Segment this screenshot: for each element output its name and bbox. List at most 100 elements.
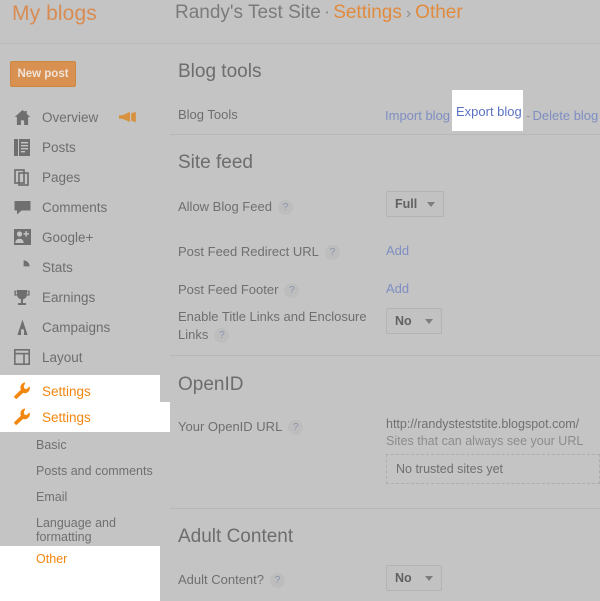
posts-icon	[12, 137, 32, 157]
layout-icon	[12, 347, 32, 367]
pages-icon	[12, 167, 32, 187]
post-feed-redirect-url-add-link[interactable]: Add	[386, 243, 409, 258]
sidebar-item-google-plus[interactable]: Google+	[0, 222, 170, 252]
delete-blog-link[interactable]: Delete blog	[533, 108, 599, 123]
sidebar-item-label: Google+	[42, 230, 93, 245]
trusted-sites-box[interactable]: No trusted sites yet	[386, 454, 600, 484]
row-enable-title-links: Enable Title Links and Enclosure Links?	[178, 308, 373, 344]
sidebar-item-label: Layout	[42, 350, 83, 365]
row-label: Post Feed Footer	[178, 282, 278, 297]
sidebar-item-label: Settings	[42, 410, 91, 425]
section-title-blog-tools: Blog tools	[178, 61, 261, 83]
row-label: Enable Title Links and Enclosure Links	[178, 309, 367, 342]
row-post-feed-footer: Post Feed Footer?	[178, 281, 388, 299]
trusted-sites-empty-text: No trusted sites yet	[396, 462, 503, 476]
stats-icon	[12, 257, 32, 277]
campaigns-icon	[12, 317, 32, 337]
spotlight-other	[0, 546, 160, 601]
sidebar-item-label: Overview	[42, 110, 98, 125]
dropdown-value: No	[395, 571, 412, 585]
sidebar-subitem-label: Language and formatting	[36, 516, 136, 544]
section-title-site-feed: Site feed	[178, 152, 253, 174]
openid-trusted-sites-label: Sites that can always see your URL	[386, 433, 600, 450]
megaphone-icon[interactable]	[118, 111, 137, 123]
sidebar-item-overview[interactable]: Overview	[0, 102, 170, 132]
breadcrumb-settings-link[interactable]: Settings	[333, 2, 402, 23]
google-plus-icon	[12, 227, 32, 247]
top-bar: My blogs Randy's Test Site·Settings›Othe…	[0, 0, 600, 44]
home-icon	[12, 107, 32, 127]
help-icon[interactable]: ?	[270, 573, 285, 588]
sidebar-subitem-other[interactable]: Other	[36, 552, 67, 566]
breadcrumb-current-page: Other	[415, 2, 463, 23]
sidebar-item-label: Earnings	[42, 290, 95, 305]
export-blog-link[interactable]: Export blog	[456, 104, 522, 119]
section-divider	[170, 355, 600, 356]
row-post-feed-redirect-url: Post Feed Redirect URL?	[178, 243, 388, 261]
sidebar-subitem-basic[interactable]: Basic	[0, 432, 170, 458]
help-icon[interactable]: ?	[214, 328, 229, 343]
openid-url-block: http://randysteststite.blogspot.com/ Sit…	[386, 416, 600, 484]
sidebar-item-label: Posts	[42, 140, 76, 155]
import-blog-link[interactable]: Import blog	[385, 108, 450, 123]
row-label: Allow Blog Feed	[178, 199, 272, 214]
section-divider	[170, 134, 600, 135]
sidebar-item-label: Campaigns	[42, 320, 110, 335]
row-openid-url: Your OpenID URL?	[178, 418, 378, 436]
sidebar-subitem-posts-and-comments[interactable]: Posts and comments	[0, 458, 170, 484]
spotlight-settings-content[interactable]: Settings	[12, 381, 91, 401]
help-icon[interactable]: ?	[325, 245, 340, 260]
breadcrumb-site-name[interactable]: Randy's Test Site	[175, 2, 321, 23]
row-label: Post Feed Redirect URL	[178, 244, 319, 259]
sidebar-item-label: Stats	[42, 260, 73, 275]
blogger-settings-page: My blogs Randy's Test Site·Settings›Othe…	[0, 0, 600, 601]
my-blogs-link[interactable]: My blogs	[12, 2, 97, 26]
section-title-openid: OpenID	[178, 374, 243, 396]
help-icon[interactable]: ?	[284, 283, 299, 298]
sidebar-item-comments[interactable]: Comments	[0, 192, 170, 222]
sidebar-item-layout[interactable]: Layout	[0, 342, 170, 372]
wrench-icon	[12, 407, 32, 427]
breadcrumb: Randy's Test Site·Settings›Other	[175, 2, 463, 24]
help-icon[interactable]: ?	[288, 420, 303, 435]
breadcrumb-dot: ·	[321, 2, 333, 23]
allow-blog-feed-dropdown[interactable]: Full	[386, 191, 444, 217]
sidebar-subitem-label: Basic	[36, 438, 67, 452]
row-label: Your OpenID URL	[178, 419, 282, 434]
adult-content-dropdown[interactable]: No	[386, 565, 442, 591]
openid-url-value: http://randysteststite.blogspot.com/	[386, 416, 600, 433]
help-icon[interactable]: ?	[278, 200, 293, 215]
post-feed-footer-add-link[interactable]: Add	[386, 281, 409, 296]
chevron-down-icon	[425, 319, 433, 324]
dropdown-value: No	[395, 314, 412, 328]
chevron-down-icon	[427, 202, 435, 207]
row-label: Adult Content?	[178, 572, 264, 587]
sidebar-item-posts[interactable]: Posts	[0, 132, 170, 162]
comments-icon	[12, 197, 32, 217]
sidebar-item-campaigns[interactable]: Campaigns	[0, 312, 170, 342]
chevron-down-icon	[425, 576, 433, 581]
section-title-adult-content: Adult Content	[178, 526, 293, 548]
sidebar-item-settings[interactable]: Settings	[0, 402, 170, 432]
earnings-icon	[12, 287, 32, 307]
sidebar-subitem-email[interactable]: Email	[0, 484, 170, 510]
link-separator: -	[524, 108, 532, 123]
sidebar-item-earnings[interactable]: Earnings	[0, 282, 170, 312]
wrench-icon	[12, 381, 32, 401]
row-allow-blog-feed: Allow Blog Feed?	[178, 198, 378, 216]
sidebar-subitem-label: Email	[36, 490, 67, 504]
main-content: Blog tools Blog Tools Import blog-Export…	[170, 45, 600, 601]
sidebar-item-label: Comments	[42, 200, 107, 215]
row-adult-content: Adult Content??	[178, 571, 378, 589]
dropdown-value: Full	[395, 197, 417, 211]
section-divider	[170, 508, 600, 509]
sidebar-item-pages[interactable]: Pages	[0, 162, 170, 192]
breadcrumb-separator-icon: ›	[402, 5, 415, 22]
sidebar-item-label: Settings	[42, 384, 91, 399]
sidebar-subitem-language-and-formatting[interactable]: Language and formatting	[0, 510, 170, 550]
enable-title-links-dropdown[interactable]: No	[386, 308, 442, 334]
sidebar-item-stats[interactable]: Stats	[0, 252, 170, 282]
new-post-button[interactable]: New post	[10, 61, 76, 87]
sidebar-subitem-label: Posts and comments	[36, 464, 153, 478]
sidebar: New post Overview Posts	[0, 45, 170, 601]
